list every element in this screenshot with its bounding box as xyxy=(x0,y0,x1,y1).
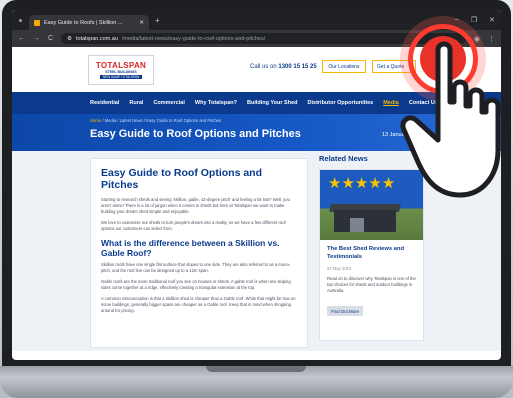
page-title: Easy Guide to Roof Options and Pitches xyxy=(90,128,301,140)
article-title: Easy Guide to Roof Options and Pitches xyxy=(101,167,263,191)
article-subheading: What is the difference between a Skillio… xyxy=(101,238,280,258)
site-info-icon[interactable]: ⚙ xyxy=(67,36,72,42)
our-locations-button[interactable]: Our Locations xyxy=(322,60,366,73)
news-card-title[interactable]: The Best Shed Reviews and Testimonials xyxy=(327,246,416,261)
breadcrumb-media[interactable]: Media xyxy=(105,118,116,123)
shed-door-graphic xyxy=(350,218,364,232)
reload-button[interactable]: C xyxy=(48,35,53,42)
news-card-body: The Best Shed Reviews and Testimonials 2… xyxy=(320,240,423,322)
window-controls: – ❐ ✕ xyxy=(455,16,495,24)
nav-item-building-your-shed[interactable]: Building Your Shed xyxy=(247,100,298,106)
minimize-button[interactable]: – xyxy=(455,16,459,24)
totalspan-logo[interactable]: TOTALSPAN STEEL BUILDINGS NEW SAME TOTAL… xyxy=(88,54,154,85)
breadcrumb: Home / Media / Latest News / Easy Guide … xyxy=(90,118,222,123)
new-tab-button[interactable]: + xyxy=(155,16,160,25)
article-paragraph: We love to customise our sheds to turn p… xyxy=(101,220,286,231)
call-us: Call us on 1300 15 15 25 xyxy=(250,64,317,70)
nav-item-why-totalspan[interactable]: Why Totalspan? xyxy=(195,100,237,106)
find-out-more-button[interactable]: Find Out More xyxy=(327,306,363,316)
nav-item-commercial[interactable]: Commercial xyxy=(153,100,185,106)
shed-graphic xyxy=(334,210,396,232)
url-domain: totalspan.com.au xyxy=(76,35,118,42)
phone-number-link[interactable]: 1300 15 15 25 xyxy=(278,64,316,70)
tab-title: Easy Guide to Roofs | Skillion ... xyxy=(44,19,123,26)
close-window-button[interactable]: ✕ xyxy=(489,16,495,24)
logo-tagline: STEEL BUILDINGS xyxy=(105,69,137,74)
article-paragraph: Gable roofs are the more traditional roo… xyxy=(101,279,291,290)
article-paragraph: A common misconception is that a Skillio… xyxy=(101,296,296,313)
article: Easy Guide to Roof Options and Pitches S… xyxy=(90,158,308,348)
pointing-hand-icon xyxy=(400,41,501,198)
tab-close-icon[interactable]: ✕ xyxy=(139,20,144,26)
article-paragraph: Skillion roofs have one single flat surf… xyxy=(101,262,291,273)
article-paragraph: Starting to research sheds and seeing 's… xyxy=(101,197,290,214)
site-favicon-icon xyxy=(34,19,40,26)
laptop-notch xyxy=(206,366,306,372)
forward-button[interactable]: → xyxy=(33,35,40,42)
breadcrumb-current: Easy Guide to Roof Options and Pitches xyxy=(146,118,222,123)
nav-item-residential[interactable]: Residential xyxy=(90,100,119,106)
news-card-excerpt: Read on to discover why Totalspan is one… xyxy=(327,276,416,293)
restore-button[interactable]: ❐ xyxy=(471,16,477,24)
logo-subtagline: NEW SAME TOTALSPAN xyxy=(99,74,143,79)
back-button[interactable]: ← xyxy=(18,35,25,42)
logo-wordmark: TOTALSPAN xyxy=(95,60,147,70)
nav-item-media[interactable]: Media xyxy=(383,100,399,106)
news-card-date: 22 May 2024 xyxy=(327,266,352,271)
breadcrumb-latest-news[interactable]: Latest News xyxy=(120,118,143,123)
breadcrumb-home[interactable]: Home xyxy=(90,118,101,123)
browser-menu-icon[interactable] xyxy=(18,18,23,23)
nav-item-distributor-opportunities[interactable]: Distributor Opportunities xyxy=(308,100,374,106)
five-star-rating-icon: ★★★★★ xyxy=(328,175,396,192)
nav-item-rural[interactable]: Rural xyxy=(129,100,143,106)
call-label: Call us on xyxy=(250,64,277,70)
browser-tab[interactable]: Easy Guide to Roofs | Skillion ... ✕ xyxy=(29,15,149,30)
url-path: /media/latest-news/easy-guide-to-roof-op… xyxy=(121,35,266,42)
